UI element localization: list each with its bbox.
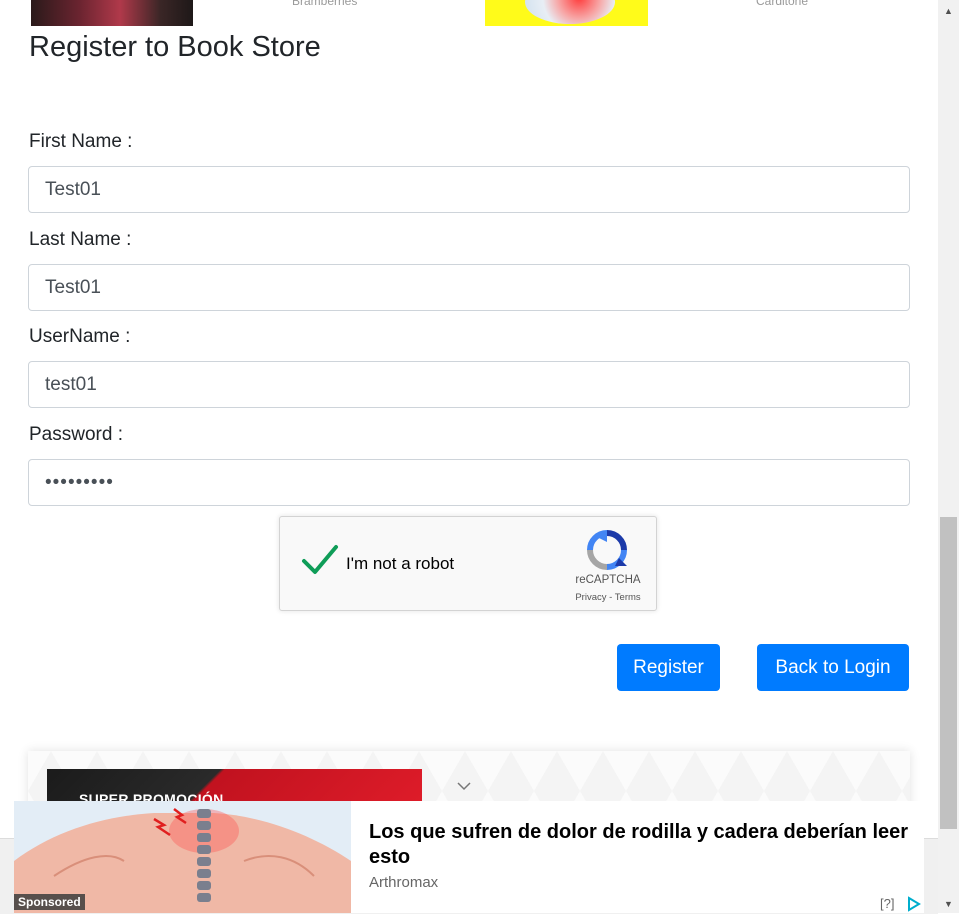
sponsored-headline[interactable]: Los que sufren de dolor de rodilla y cad…	[369, 820, 919, 870]
recaptcha-terms-link[interactable]: Terms	[615, 592, 641, 603]
chevron-down-icon[interactable]	[457, 779, 471, 793]
captcha-label: I'm not a robot	[346, 554, 455, 573]
username-input[interactable]	[28, 361, 910, 408]
sponsored-ad-image[interactable]: Sponsored	[14, 801, 351, 913]
last-name-input[interactable]	[28, 264, 910, 311]
top-ad-caption-1[interactable]: Bramberries	[292, 0, 357, 8]
sponsored-ad[interactable]: Sponsored Los que sufren de dolor de rod…	[14, 801, 924, 913]
register-button[interactable]: Register	[617, 644, 720, 691]
scroll-up-arrow-icon[interactable]: ▲	[938, 6, 959, 16]
back-to-login-button[interactable]: Back to Login	[757, 644, 909, 691]
recaptcha-link-separator: -	[606, 592, 615, 603]
scroll-down-arrow-icon[interactable]: ▼	[938, 899, 959, 909]
top-ad-thumbnail-2[interactable]	[485, 0, 648, 26]
top-ad-strip: Bramberries Carditone	[0, 0, 938, 26]
page-title: Register to Book Store	[29, 31, 321, 63]
username-label: UserName :	[29, 326, 131, 347]
password-label: Password :	[29, 424, 123, 445]
sponsored-source[interactable]: Arthromax	[369, 874, 438, 891]
recaptcha-logo-icon	[587, 530, 627, 570]
recaptcha-brand: reCAPTCHA	[575, 574, 641, 586]
recaptcha-privacy-link[interactable]: Privacy	[575, 592, 606, 603]
password-input[interactable]	[28, 459, 910, 506]
sponsored-tag: Sponsored	[14, 894, 85, 910]
ad-info-link[interactable]: [?]	[880, 896, 894, 911]
first-name-label: First Name :	[29, 131, 133, 152]
top-ad-thumbnail-1[interactable]	[31, 0, 193, 26]
first-name-input[interactable]	[28, 166, 910, 213]
recaptcha-links: Privacy - Terms	[560, 592, 656, 603]
page-scrollbar[interactable]: ▲ ▼	[938, 0, 959, 913]
top-ad-caption-2[interactable]: Carditone	[756, 0, 808, 8]
adchoices-icon[interactable]	[905, 896, 921, 912]
last-name-label: Last Name :	[29, 229, 132, 250]
scrollbar-thumb[interactable]	[940, 517, 957, 829]
check-icon[interactable]	[301, 543, 339, 577]
recaptcha-widget: I'm not a robot reCAPTCHA Privacy - Term…	[279, 516, 657, 611]
